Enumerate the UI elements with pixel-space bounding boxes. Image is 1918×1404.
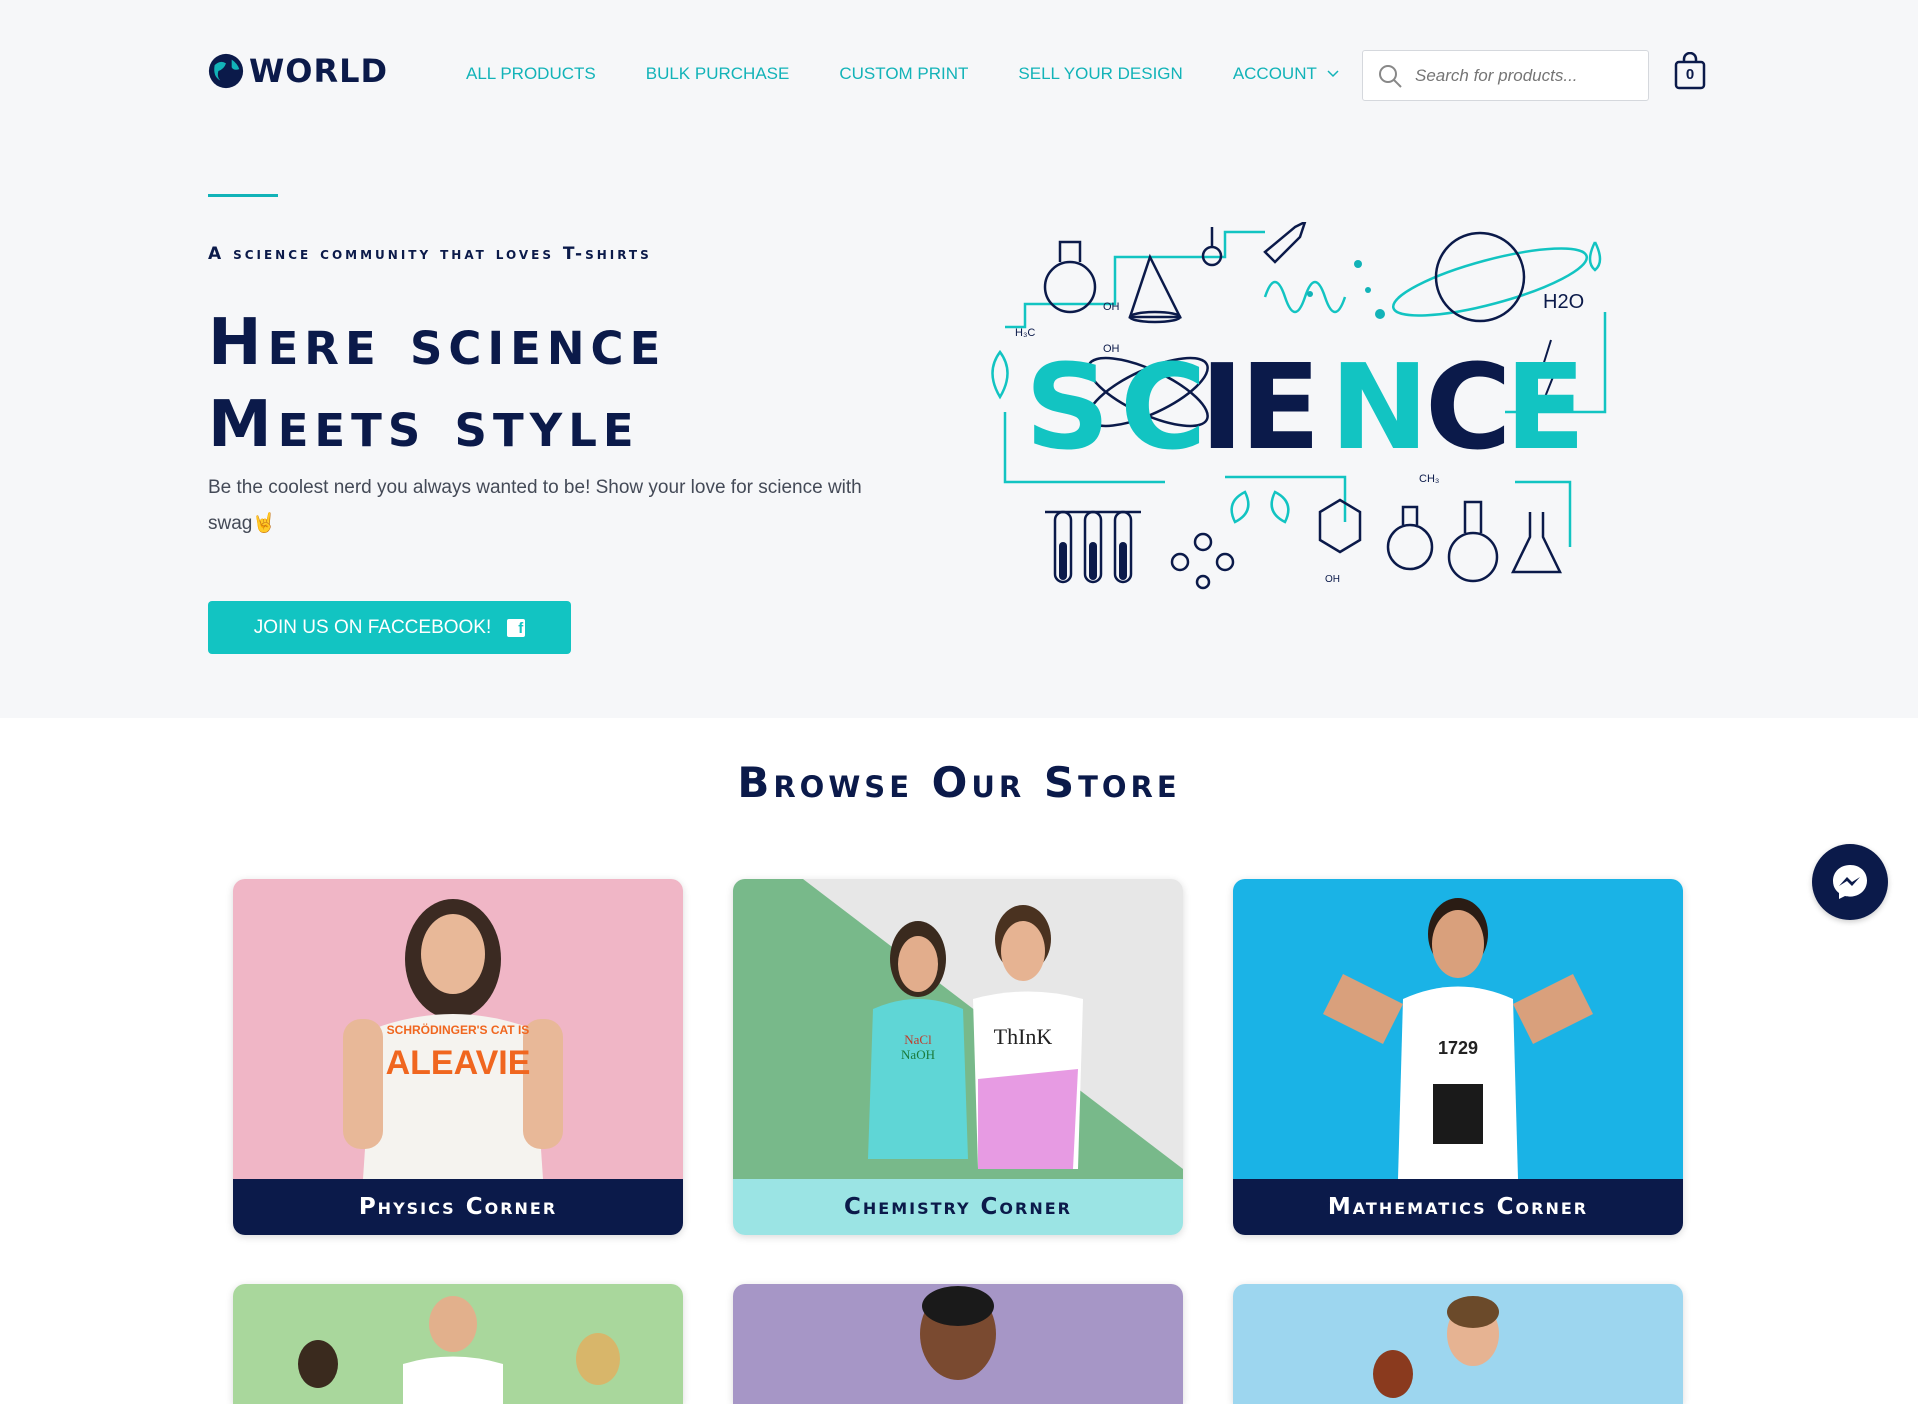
chevron-down-icon [1327,70,1339,78]
nav-label: ALL PRODUCTS [466,64,596,83]
nav-label: CUSTOM PRINT [839,64,969,83]
svg-text:C: C [1120,338,1207,476]
button-label: JOIN US ON FACCEBOOK! [253,616,492,638]
nav-label: ACCOUNT [1232,64,1317,83]
messenger-icon [1833,865,1867,899]
category-card-row2-1[interactable] [233,1284,683,1404]
mathematics-card-image: 1729 [1233,879,1683,1179]
svg-text:E: E [1505,338,1586,476]
category-card-mathematics[interactable]: 1729 Mathematics Corner [1233,879,1683,1235]
search-input[interactable] [1413,64,1637,87]
hero-tagline: A science community that loves T-shirts [208,244,652,264]
svg-text:H₃C: H₃C [1015,327,1035,339]
facebook-icon: f [507,618,526,637]
nav-label: BULK PURCHASE [645,64,790,83]
logo[interactable]: WORLD [207,52,388,90]
nav-sell-your-design[interactable]: SELL YOUR DESIGN [1018,64,1182,84]
hero-headline: Here science Meets style [208,302,666,466]
svg-text:NaOH: NaOH [901,1047,935,1062]
svg-text:OH: OH [1103,301,1120,313]
logo-text: WORLD [249,52,389,90]
card-label: Mathematics Corner [1233,1179,1683,1235]
nav-custom-print[interactable]: CUSTOM PRINT [839,64,968,84]
card-image [733,1284,1183,1404]
nav-label: SELL YOUR DESIGN [1018,64,1183,83]
card-image [233,1284,683,1404]
svg-text:OH: OH [1325,574,1340,585]
search-box[interactable] [1362,50,1649,101]
physics-card-image: SCHRÖDINGER'S CAT IS ALEAVIE [233,879,683,1179]
svg-text:E: E [1240,338,1321,476]
h2o-label: H2O [1543,291,1584,313]
card-label: Chemistry Corner [733,1179,1183,1235]
hero-subtext: Be the coolest nerd you always wanted to… [208,477,862,534]
headline-line-1: Here science [208,306,667,380]
svg-text:C: C [1425,338,1512,476]
join-facebook-button[interactable]: JOIN US ON FACCEBOOK! f [208,601,571,654]
nav-all-products[interactable]: ALL PRODUCTS [466,64,596,84]
svg-text:OH: OH [1103,343,1120,355]
card-image [1233,1284,1683,1404]
chemistry-card-image: ThInK NaCl NaOH [733,879,1183,1179]
svg-text:N: N [1330,338,1429,476]
nav-account[interactable]: ACCOUNT [1233,64,1339,84]
globe-logo-icon [208,53,244,89]
nav-bulk-purchase[interactable]: BULK PURCHASE [646,64,790,84]
category-card-physics[interactable]: SCHRÖDINGER'S CAT IS ALEAVIE Physics Cor… [233,879,683,1235]
cart-count: 0 [1685,66,1695,83]
headline-line-2: Meets style [208,388,640,462]
section-title: Browse Our Store [737,758,1181,807]
category-card-row2-3[interactable] [1233,1284,1683,1404]
svg-text:NaCl: NaCl [904,1032,932,1047]
chemistry-shirt-text: ThInK [994,1024,1053,1049]
svg-text:SCHRÖDINGER'S CAT IS: SCHRÖDINGER'S CAT IS [387,1022,530,1037]
main-nav: ALL PRODUCTS BULK PURCHASE CUSTOM PRINT … [466,64,1389,84]
svg-text:I: I [1200,338,1244,476]
category-card-chemistry[interactable]: ThInK NaCl NaOH Chemistry Corner [733,879,1183,1235]
svg-text:CH₃: CH₃ [1419,473,1439,485]
card-label: Physics Corner [233,1179,683,1235]
svg-text:ALEAVIE: ALEAVIE [386,1044,531,1082]
messenger-chat-button[interactable] [1812,844,1888,920]
hero-accent-line [208,194,278,197]
science-illustration: S C I E N C E H2O H₃C OH OH CH₃ OH [991,222,1607,590]
search-icon [1379,64,1402,88]
math-shirt-text: 1729 [1438,1038,1478,1058]
science-word: S [1025,338,1110,476]
category-card-row2-2[interactable] [733,1284,1183,1404]
